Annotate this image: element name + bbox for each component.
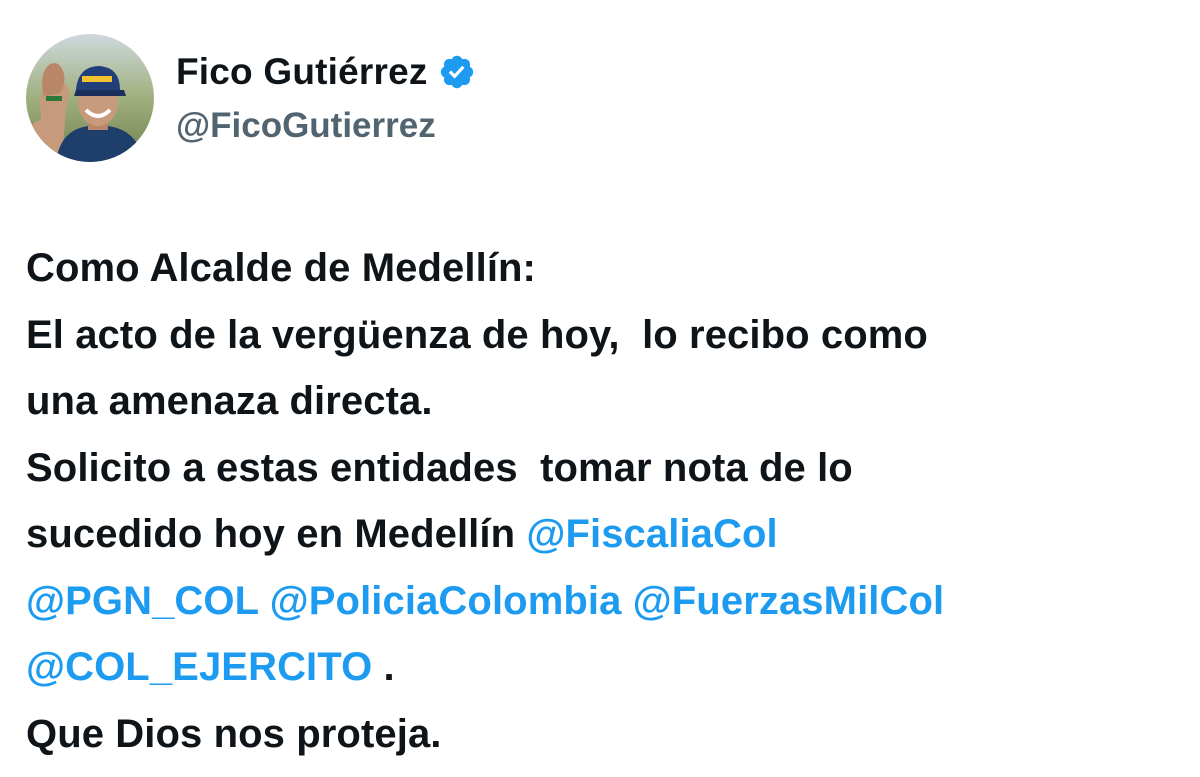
tweet-line: una amenaza directa.: [26, 379, 433, 423]
mention-link-fuerzasmilcol[interactable]: @FuerzasMilCol: [633, 579, 945, 623]
mention-link-fiscaliacol[interactable]: @FiscaliaCol: [526, 512, 777, 556]
author-display-name[interactable]: Fico Gutiérrez: [176, 51, 428, 93]
tweet-text: Como Alcalde de Medellín: El acto de la …: [26, 235, 1176, 767]
tweet-text-segment: sucedido hoy en Medellín: [26, 512, 527, 556]
author-handle[interactable]: @FicoGutierrez: [176, 106, 476, 146]
tweet-line: @PGN_COL @PoliciaColombia @FuerzasMilCol: [26, 568, 1176, 635]
tweet-line: @COL_EJERCITO .: [26, 634, 1176, 701]
tweet-line: sucedido hoy en Medellín @FiscaliaCol: [26, 501, 1176, 568]
tweet-line: Como Alcalde de Medellín:: [26, 246, 536, 290]
tweet-line: El acto de la vergüenza de hoy, lo recib…: [26, 312, 928, 357]
avatar[interactable]: [26, 34, 154, 162]
mention-link-pgn-col[interactable]: @PGN_COL: [26, 579, 258, 623]
tweet-line: Solicito a estas entidades tomar nota de…: [26, 445, 853, 490]
tweet-text-segment: .: [372, 645, 395, 689]
mention-link-policiacolombia[interactable]: @PoliciaColombia: [270, 579, 622, 623]
tweet-line: Que Dios nos proteja.: [26, 711, 442, 756]
tweet-header: Fico Gutiérrez @FicoGutierrez: [26, 34, 1166, 164]
verified-badge-icon: [438, 53, 476, 91]
mention-link-col-ejercito[interactable]: @COL_EJERCITO: [26, 645, 372, 689]
